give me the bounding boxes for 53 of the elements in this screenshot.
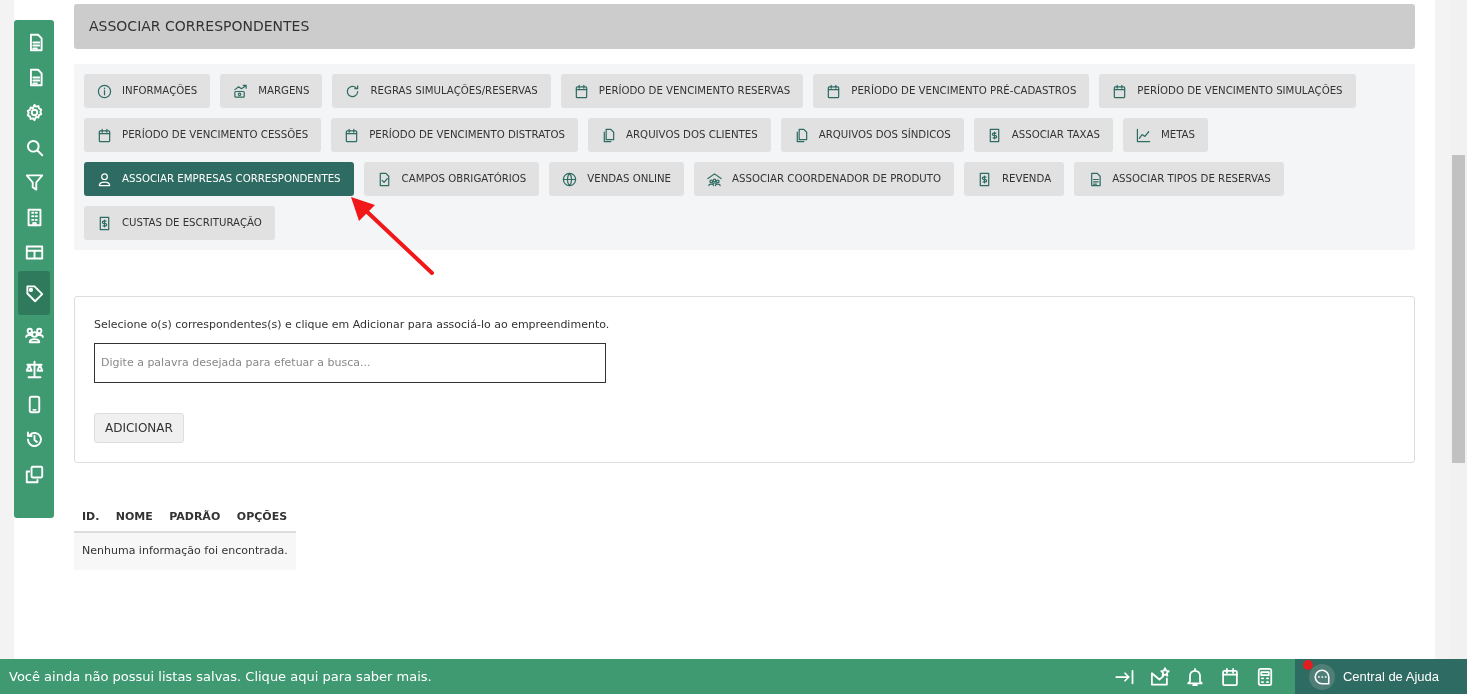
calendar-icon: [573, 83, 589, 99]
settings-icon: [24, 102, 44, 122]
mail-star-icon: [1150, 666, 1171, 687]
help-center-button[interactable]: Central de Ajuda: [1294, 659, 1467, 694]
tab[interactable]: PERÍODO DE VENCIMENTO RESERVAS: [560, 74, 804, 108]
money-chart-icon: [233, 83, 249, 99]
tab[interactable]: ARQUIVOS DOS SÍNDICOS: [780, 118, 964, 152]
scale-icon: [24, 359, 44, 379]
people-house-icon: [707, 171, 722, 187]
chat-icon: [1312, 667, 1331, 686]
sidebar-item[interactable]: [18, 271, 50, 315]
tab[interactable]: ASSOCIAR TAXAS: [973, 118, 1113, 152]
instruction-text: Selecione o(s) correspondentes(s) e clique em Adicionar para associá-lo ao empreendimento.: [94, 317, 611, 333]
filter-icon: [24, 172, 44, 192]
tab[interactable]: PERÍODO DE VENCIMENTO DISTRATOS: [331, 118, 579, 152]
files-icon: [601, 127, 617, 143]
tag-icon: [24, 283, 44, 303]
history-icon: [24, 429, 44, 449]
calendar-icon: [1112, 83, 1128, 99]
tab[interactable]: VENDAS ONLINE: [549, 162, 684, 196]
tab[interactable]: PERÍODO DE VENCIMENTO CESSÕES: [84, 118, 322, 152]
scrollbar-thumb[interactable]: [1452, 155, 1465, 463]
help-center-label: Central de Ajuda: [1342, 667, 1439, 686]
tab[interactable]: ASSOCIAR TIPOS DE RESERVAS: [1074, 162, 1284, 196]
info-icon: [97, 83, 112, 99]
calendar-icon: [826, 83, 842, 99]
empty-message: Nenhuma informação foi encontrada.: [74, 532, 296, 570]
copy-icon: [24, 464, 44, 484]
tab[interactable]: CUSTAS DE ESCRITURAÇÃO: [84, 206, 275, 240]
tab[interactable]: ASSOCIAR EMPRESAS CORRESPONDENTES: [84, 162, 354, 196]
tab[interactable]: REGRAS SIMULAÇÕES/RESERVAS: [332, 74, 551, 108]
calendar-icon: [344, 127, 360, 143]
tab[interactable]: INFORMAÇÕES: [84, 74, 211, 108]
tab[interactable]: PERÍODO DE VENCIMENTO PRÉ-CADASTROS: [813, 74, 1090, 108]
tab[interactable]: PERÍODO DE VENCIMENTO SIMULAÇÕES: [1099, 74, 1356, 108]
receipt-icon: [97, 215, 112, 231]
page-title: ASSOCIAR CORRESPONDENTES: [74, 4, 1415, 49]
tab[interactable]: METAS: [1122, 118, 1209, 152]
bell-icon: [1185, 666, 1206, 687]
search-field[interactable]: Digite a palavra desejada para efetuar a busca...: [94, 342, 606, 383]
user-icon: [97, 171, 112, 187]
add-button[interactable]: ADICIONAR: [94, 412, 184, 443]
calendar-icon: [97, 127, 112, 143]
refresh-icon: [345, 83, 361, 99]
calendar-icon: [1220, 666, 1241, 687]
tab[interactable]: CAMPOS OBRIGATÓRIOS: [363, 162, 540, 196]
tab[interactable]: MARGENS: [220, 74, 323, 108]
tab[interactable]: REVENDA: [963, 162, 1065, 196]
tab[interactable]: ASSOCIAR COORDENADOR DE PRODUTO: [694, 162, 954, 196]
tab[interactable]: ARQUIVOS DOS CLIENTES: [588, 118, 771, 152]
globe-icon: [562, 171, 578, 187]
line-chart-icon: [1135, 127, 1151, 143]
search-icon: [24, 137, 44, 157]
